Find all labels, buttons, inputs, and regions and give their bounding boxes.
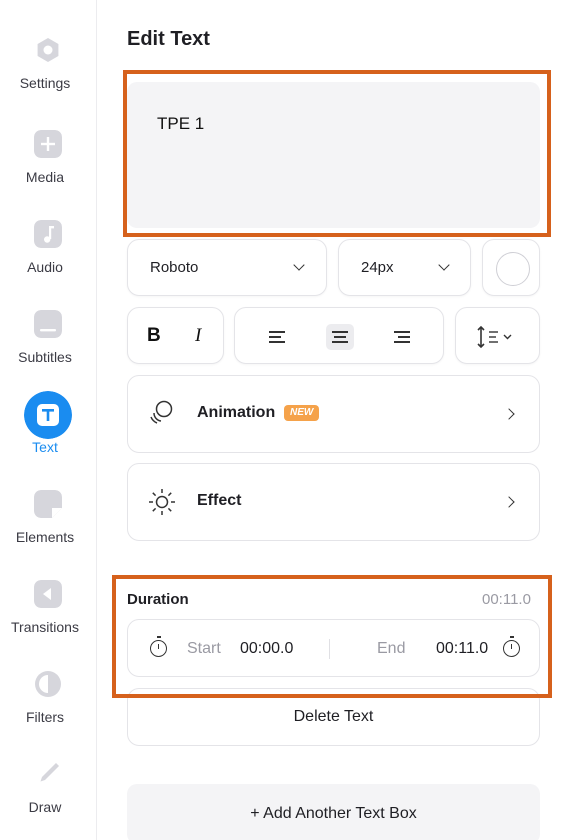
settings-icon xyxy=(34,36,62,64)
font-family-value: Roboto xyxy=(150,259,199,276)
align-left-icon[interactable] xyxy=(263,324,291,350)
chevron-down-icon xyxy=(293,259,305,271)
duration-title: Duration xyxy=(127,591,189,608)
divider xyxy=(329,639,330,659)
duration-total: 00:11.0 xyxy=(482,591,531,608)
line-spacing-select[interactable] xyxy=(455,307,540,364)
sidebar: Settings Media Audio Subtitles Text Elem… xyxy=(0,0,97,840)
sidebar-item-filters[interactable]: Filters xyxy=(0,670,96,750)
sidebar-item-draw[interactable]: Draw xyxy=(0,760,96,840)
font-family-select[interactable]: Roboto xyxy=(127,239,327,296)
sidebar-item-media[interactable]: Media xyxy=(0,130,96,210)
stopwatch-icon xyxy=(503,636,520,657)
align-center-icon[interactable] xyxy=(326,324,354,350)
stopwatch-icon xyxy=(150,636,167,657)
start-label: Start xyxy=(187,640,221,657)
new-badge: NEW xyxy=(284,405,320,421)
sidebar-item-label: Media xyxy=(25,169,65,185)
sidebar-item-label: Draw xyxy=(28,799,62,815)
line-spacing-icon xyxy=(477,325,512,349)
chevron-right-icon xyxy=(503,496,515,508)
sidebar-item-elements[interactable]: Elements xyxy=(0,490,96,570)
sidebar-item-text[interactable]: Text xyxy=(0,391,96,480)
sun-icon xyxy=(149,489,175,515)
sidebar-item-label: Filters xyxy=(25,709,65,725)
end-label: End xyxy=(377,640,406,657)
add-text-box-button[interactable]: + Add Another Text Box xyxy=(127,784,540,840)
elements-icon xyxy=(34,490,62,518)
sidebar-item-audio[interactable]: Audio xyxy=(0,220,96,300)
end-time-input[interactable]: 00:11.0 xyxy=(436,640,488,658)
color-swatch xyxy=(496,252,530,286)
chevron-right-icon xyxy=(503,408,515,420)
chevron-down-icon xyxy=(438,259,450,271)
duration-range: Start 00:00.0 End 00:11.0 xyxy=(127,619,540,677)
align-right-icon[interactable] xyxy=(388,324,416,350)
sidebar-item-label: Transitions xyxy=(11,619,79,635)
plus-icon xyxy=(34,130,62,158)
sidebar-item-label: Elements xyxy=(15,529,75,545)
font-color-picker[interactable] xyxy=(482,239,540,296)
sidebar-item-label: Text xyxy=(32,439,58,455)
effect-row[interactable]: Effect xyxy=(127,463,540,541)
sidebar-item-label: Audio xyxy=(27,259,63,275)
page-title: Edit Text xyxy=(127,28,210,50)
sidebar-item-label: Settings xyxy=(19,75,71,91)
sidebar-item-subtitles[interactable]: Subtitles xyxy=(0,310,96,390)
bold-button[interactable]: B xyxy=(147,325,161,347)
effect-label: Effect xyxy=(197,492,242,509)
text-style-group: B I xyxy=(127,307,224,364)
animation-icon xyxy=(150,400,173,424)
sidebar-item-settings[interactable]: Settings xyxy=(0,36,96,116)
transitions-icon xyxy=(34,580,62,608)
delete-text-button[interactable]: Delete Text xyxy=(127,688,540,746)
filters-icon xyxy=(35,671,61,697)
pencil-icon xyxy=(40,763,59,782)
font-size-value: 24px xyxy=(361,259,394,276)
sidebar-item-transitions[interactable]: Transitions xyxy=(0,580,96,660)
sidebar-item-label: Subtitles xyxy=(18,349,72,365)
start-time-input[interactable]: 00:00.0 xyxy=(240,640,293,658)
music-note-icon xyxy=(34,220,62,248)
animation-label: Animation xyxy=(197,404,276,421)
text-icon xyxy=(24,391,72,439)
italic-button[interactable]: I xyxy=(195,325,201,347)
text-align-group xyxy=(234,307,444,364)
font-size-select[interactable]: 24px xyxy=(338,239,471,296)
text-content-editor[interactable]: TPE 1 xyxy=(127,82,540,228)
animation-row[interactable]: Animation NEW xyxy=(127,375,540,453)
subtitles-icon xyxy=(34,310,62,338)
